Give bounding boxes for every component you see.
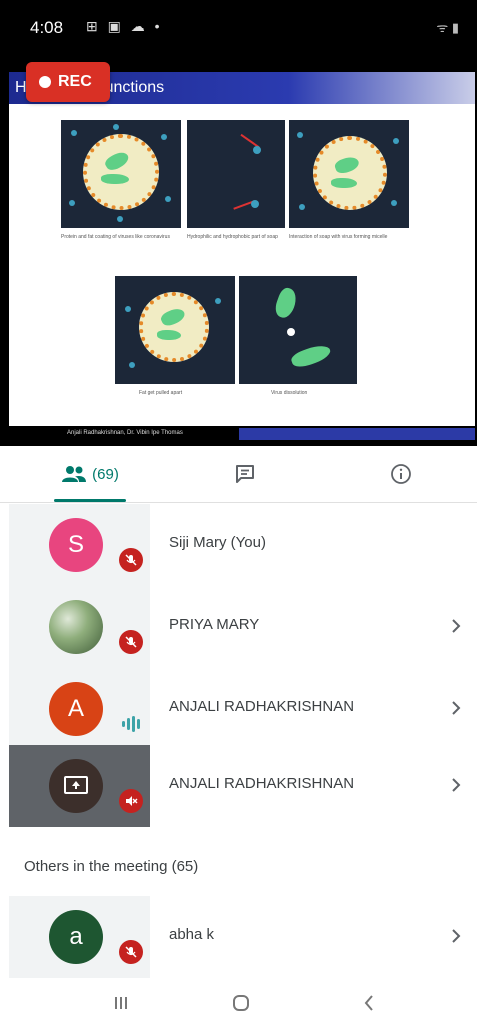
participant-name: ANJALI RADHAKRISHNAN [169, 698, 355, 715]
home-button[interactable] [226, 991, 256, 1015]
signal-battery-icons: ᯤ ▮ [436, 20, 459, 35]
soap-molecule-illustration [187, 120, 285, 228]
record-dot-icon [39, 76, 51, 88]
notification-icons: ⊞ ▣ ☁ • [86, 18, 163, 34]
participant-name: PRIYA MARY [169, 616, 260, 633]
mic-off-icon [119, 630, 143, 654]
slide-footer-bar [239, 428, 475, 440]
avatar-cell [9, 745, 150, 827]
participant-row[interactable]: a abha k [9, 896, 477, 978]
avatar: A [49, 682, 103, 736]
slide-footer: Anjali Radhakrishnan, Dr. Vibin Ipe Thom… [9, 426, 475, 442]
home-icon [233, 995, 249, 1011]
back-button[interactable] [354, 991, 384, 1015]
caption-2: Hydrophilic and hydrophobic part of soap [187, 234, 278, 240]
avatar-photo [49, 600, 103, 654]
avatar: a [49, 910, 103, 964]
status-time: 4:08 [30, 18, 64, 37]
participant-name: ANJALI RADHAKRISHNAN [169, 775, 355, 792]
mic-off-icon [119, 548, 143, 572]
presentation-avatar [49, 759, 103, 813]
caption-1: Protein and fat coating of viruses like … [61, 234, 170, 240]
present-screen-icon [64, 776, 88, 794]
caption-3: Interaction of soap with virus forming m… [289, 234, 388, 240]
avatar: S [49, 518, 103, 572]
info-icon [391, 464, 411, 484]
presentation-slide: Hunctions Protein and fat coating of vir [9, 72, 475, 442]
system-nav-bar [0, 985, 477, 1021]
avatar-cell: a [9, 896, 150, 978]
recording-badge: REC [26, 62, 110, 102]
caption-5: Virus dissolution [271, 390, 308, 396]
recording-label: REC [58, 73, 92, 90]
chevron-right-icon[interactable] [449, 616, 463, 636]
participant-name: Siji Mary (You) [169, 534, 266, 551]
people-icon [62, 466, 87, 482]
status-bar: 4:08 ⊞ ▣ ☁ • ᯤ ▮ [0, 0, 477, 56]
back-icon [364, 995, 373, 1011]
people-count: (69) [92, 465, 119, 483]
tab-info[interactable] [376, 446, 426, 502]
meeting-tabs: (69) [0, 446, 477, 503]
others-header: Others in the meeting (65) [24, 858, 199, 875]
virus-illustration-3 [289, 120, 409, 228]
mic-off-icon [119, 940, 143, 964]
presentation-stage[interactable]: Hunctions Protein and fat coating of vir [0, 56, 477, 446]
chevron-right-icon[interactable] [449, 926, 463, 946]
participant-row[interactable]: S Siji Mary (You) [9, 504, 477, 586]
virus-illustration-1 [61, 120, 181, 228]
avatar-cell [9, 586, 150, 668]
chevron-right-icon[interactable] [449, 698, 463, 718]
speaking-indicator-icon [122, 716, 142, 732]
participant-row[interactable]: A ANJALI RADHAKRISHNAN [9, 668, 477, 750]
tab-people[interactable]: (69) [40, 446, 140, 502]
participant-row[interactable]: PRIYA MARY [9, 586, 477, 668]
volume-off-icon [119, 789, 143, 813]
participant-row[interactable]: ANJALI RADHAKRISHNAN [9, 745, 477, 827]
avatar-cell: S [9, 504, 150, 586]
slide-footer-text: Anjali Radhakrishnan, Dr. Vibin Ipe Thom… [67, 430, 183, 436]
recent-apps-button[interactable] [106, 991, 136, 1015]
tab-chat[interactable] [220, 446, 270, 502]
avatar-cell: A [9, 668, 150, 750]
recent-apps-icon [115, 997, 127, 1009]
participant-name: abha k [169, 926, 215, 943]
caption-4: Fat get pulled apart [139, 390, 183, 396]
virus-dissolution-illustration [239, 276, 357, 384]
active-tab-indicator [54, 499, 126, 502]
virus-illustration-4 [115, 276, 235, 384]
chat-icon [236, 465, 254, 483]
chevron-right-icon[interactable] [449, 775, 463, 795]
